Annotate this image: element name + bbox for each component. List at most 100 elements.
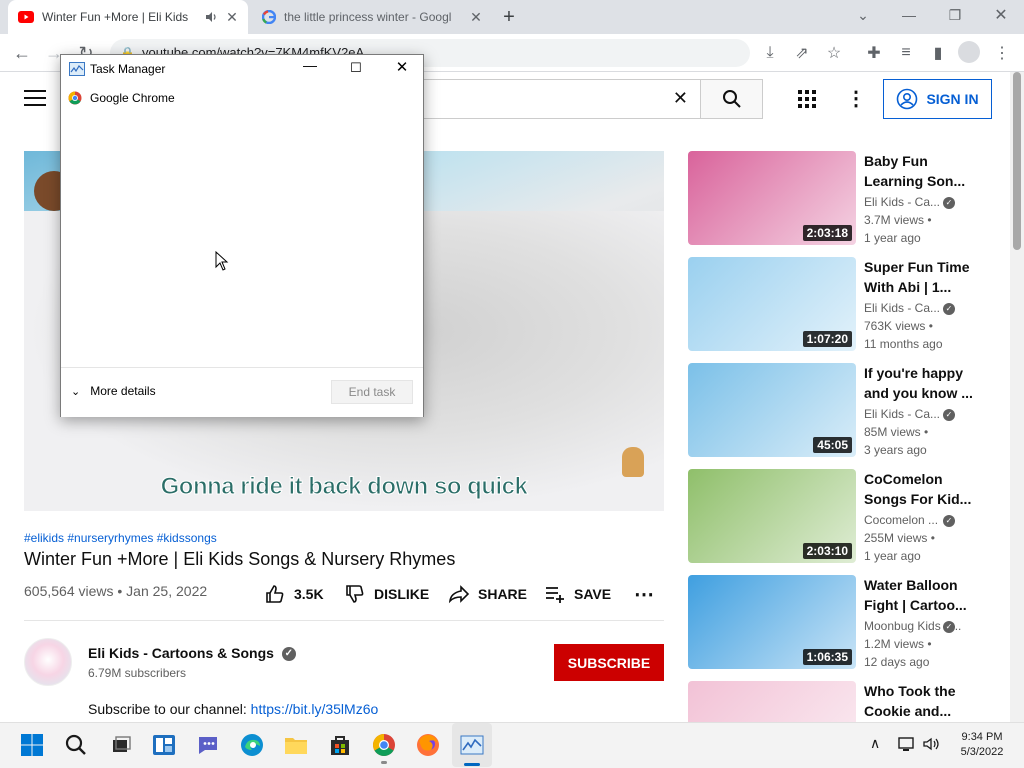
- network-icon[interactable]: [898, 736, 916, 757]
- teams-chat-icon[interactable]: [188, 723, 228, 767]
- tab-label: the little princess winter - Googl: [284, 10, 452, 24]
- task-manager-title: Task Manager: [90, 62, 166, 76]
- hamburger-menu-icon[interactable]: [24, 88, 46, 106]
- chrome-icon: [68, 91, 82, 105]
- scrollbar-thumb[interactable]: [1013, 72, 1021, 250]
- subscribe-button[interactable]: SUBSCRIBE: [554, 644, 664, 681]
- like-button[interactable]: 3.5K: [264, 580, 324, 608]
- chevron-down-icon: ⌄: [71, 385, 81, 398]
- close-tab-icon[interactable]: ✕: [224, 9, 240, 26]
- recommendation-title[interactable]: Super Fun Time With Abi | 1...: [864, 257, 974, 297]
- show-hidden-icons-icon[interactable]: ∧: [870, 735, 880, 752]
- close-tab-icon[interactable]: ✕: [468, 9, 484, 26]
- recommendation-item[interactable]: 1:07:20 Super Fun Time With Abi | 1... Eli…: [688, 257, 998, 353]
- sign-in-button[interactable]: SIGN IN: [883, 79, 992, 119]
- dislike-button[interactable]: DISLIKE: [344, 580, 429, 608]
- chrome-taskbar-icon[interactable]: [364, 723, 404, 767]
- task-manager-window: Task Manager — ☐ ✕ Google Chrome ⌄ More …: [60, 54, 424, 417]
- recommendation-thumbnail[interactable]: 1:07:20: [688, 257, 856, 351]
- recommendation-thumbnail[interactable]: 2:03:10: [688, 469, 856, 563]
- process-list: Google Chrome: [61, 83, 423, 395]
- widgets-icon[interactable]: [144, 723, 184, 767]
- share-button[interactable]: SHARE: [448, 580, 527, 608]
- video-title: Winter Fun +More | Eli Kids Songs & Nurs…: [24, 549, 456, 569]
- thumbs-up-icon: [266, 585, 284, 603]
- extensions-icon[interactable]: ✚: [860, 39, 888, 67]
- recommendation-views: 3.7M views •: [864, 213, 932, 227]
- restore-icon[interactable]: ❐: [932, 0, 978, 30]
- search-button[interactable]: [700, 79, 763, 119]
- new-tab-button[interactable]: +: [498, 6, 520, 28]
- recommendation-item[interactable]: 2:03:10 CoComelon Songs For Kid... Cocomel…: [688, 469, 998, 565]
- file-explorer-icon[interactable]: [276, 723, 316, 767]
- recommendation-title[interactable]: Who Took the Cookie and...: [864, 681, 974, 721]
- menu-dots-icon[interactable]: ⋮: [988, 39, 1016, 67]
- recommendation-views: 1.2M views •: [864, 637, 932, 651]
- profile-icon[interactable]: [958, 41, 980, 63]
- side-panel-icon[interactable]: ▮: [924, 39, 952, 67]
- task-manager-titlebar[interactable]: Task Manager — ☐ ✕: [61, 55, 423, 83]
- speaker-icon[interactable]: [204, 10, 218, 24]
- clear-search-icon[interactable]: ✕: [673, 88, 688, 109]
- subscriber-count: 6.79M subscribers: [88, 666, 187, 680]
- firefox-icon[interactable]: [408, 723, 448, 767]
- back-icon[interactable]: ←: [8, 39, 36, 67]
- recommendation-date: 1 year ago: [864, 231, 921, 245]
- more-actions-icon[interactable]: ⋯: [634, 580, 654, 608]
- app-running-indicator: [381, 761, 387, 764]
- more-details-label: More details: [90, 384, 156, 398]
- recommendation-title[interactable]: Baby Fun Learning Son...: [864, 151, 974, 191]
- task-manager-taskbar-icon[interactable]: [452, 723, 492, 767]
- tab-search-icon[interactable]: ⌄: [840, 0, 886, 30]
- recommendation-item[interactable]: 1:06:35 Water Balloon Fight | Cartoo... Mo…: [688, 575, 998, 671]
- like-count: 3.5K: [294, 586, 324, 602]
- recommendation-title[interactable]: Water Balloon Fight | Cartoo...: [864, 575, 974, 615]
- tab-google[interactable]: the little princess winter - Googl ✕: [252, 0, 492, 34]
- recommendation-date: 11 months ago: [864, 337, 943, 351]
- bookmark-star-icon[interactable]: ☆: [820, 39, 848, 67]
- recommendation-thumbnail[interactable]: 1:06:35: [688, 575, 856, 669]
- end-task-button[interactable]: End task: [331, 380, 413, 404]
- system-clock[interactable]: 9:34 PM 5/3/2022: [950, 730, 1014, 760]
- description-link[interactable]: https://bit.ly/35lMz6o: [251, 701, 379, 717]
- tm-close-icon[interactable]: ✕: [387, 58, 417, 76]
- tab-label: Winter Fun +More | Eli Kids: [42, 10, 189, 24]
- store-icon[interactable]: [320, 723, 360, 767]
- recommendation-item[interactable]: 2:03:18 Baby Fun Learning Son... Eli Kids …: [688, 151, 998, 247]
- tm-minimize-icon[interactable]: —: [295, 57, 325, 73]
- task-view-icon[interactable]: [100, 723, 140, 767]
- more-details-toggle[interactable]: ⌄ More details: [71, 384, 156, 398]
- video-hashtags[interactable]: #elikids #nurseryrhymes #kidssongs: [24, 531, 217, 545]
- task-manager-icon: [69, 62, 85, 76]
- apps-grid-icon[interactable]: [797, 89, 817, 109]
- recommendation-title[interactable]: CoComelon Songs For Kid...: [864, 469, 974, 509]
- edge-icon[interactable]: [232, 723, 272, 767]
- tab-youtube[interactable]: Winter Fun +More | Eli Kids ✕: [8, 0, 248, 34]
- verified-icon: ✓: [281, 647, 296, 662]
- verified-icon: ✓: [943, 197, 955, 209]
- volume-icon[interactable]: [922, 736, 940, 757]
- settings-dots-icon[interactable]: ⋮: [846, 86, 866, 111]
- share-icon: [448, 585, 470, 604]
- search-input[interactable]: ✕: [400, 79, 700, 119]
- divider: [24, 620, 664, 621]
- channel-avatar[interactable]: [24, 638, 72, 686]
- channel-name[interactable]: Eli Kids - Cartoons & Songs ✓: [88, 645, 296, 662]
- minimize-icon[interactable]: —: [886, 0, 932, 30]
- playlist-add-icon: [546, 587, 564, 603]
- process-row[interactable]: Google Chrome: [61, 87, 423, 109]
- recommendation-thumbnail[interactable]: 2:03:18: [688, 151, 856, 245]
- recommendation-title[interactable]: If you're happy and you know ...: [864, 363, 974, 403]
- video-description: Subscribe to our channel: https://bit.ly…: [88, 701, 378, 717]
- recommendation-thumbnail[interactable]: 45:05: [688, 363, 856, 457]
- media-control-icon[interactable]: ≡: [892, 39, 920, 67]
- share-page-icon[interactable]: ⇗: [788, 39, 816, 67]
- recommendation-channel: Moonbug Kids - ...: [864, 619, 962, 633]
- close-window-icon[interactable]: ✕: [978, 0, 1024, 30]
- save-button[interactable]: SAVE: [544, 580, 611, 608]
- start-icon[interactable]: [12, 723, 52, 767]
- recommendation-item[interactable]: 45:05 If you're happy and you know ... Eli…: [688, 363, 998, 459]
- install-icon[interactable]: ⤓: [756, 39, 784, 67]
- tm-maximize-icon[interactable]: ☐: [341, 60, 371, 76]
- search-taskbar-icon[interactable]: [56, 723, 96, 767]
